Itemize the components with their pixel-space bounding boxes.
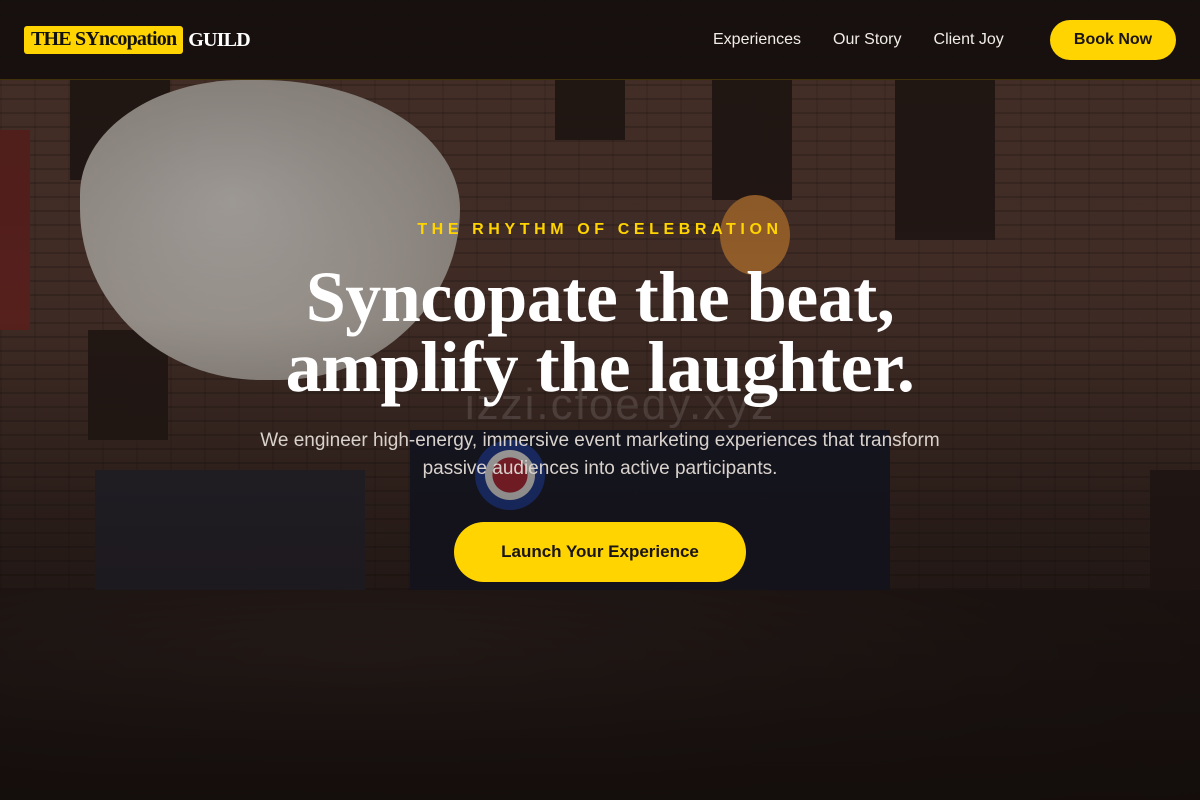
launch-experience-button[interactable]: Launch Your Experience [454,522,746,582]
nav-link-client-joy[interactable]: Client Joy [934,31,1004,49]
brand-logo[interactable]: THE SYncopation GUILD [24,25,251,55]
hero-eyebrow: THE RHYTHM OF CELEBRATION [417,221,783,238]
headline-line-1: Syncopate the beat, [305,257,895,337]
nav-link-our-story[interactable]: Our Story [833,31,901,49]
logo-rest-text: GUILD [188,28,250,51]
hero-headline: Syncopate the beat, amplify the laughter… [0,257,1200,407]
top-navbar: THE SYncopation GUILD Experiences Our St… [0,0,1200,80]
logo-highlight-text: THE SYncopation [24,26,184,54]
hero-subtext: We engineer high-energy, immersive event… [260,430,940,479]
headline-line-2: amplify the laughter. [285,327,915,407]
book-now-button[interactable]: Book Now [1050,20,1176,60]
nav-links: Experiences Our Story Client Joy [713,30,1036,50]
nav-link-experiences[interactable]: Experiences [713,31,801,49]
